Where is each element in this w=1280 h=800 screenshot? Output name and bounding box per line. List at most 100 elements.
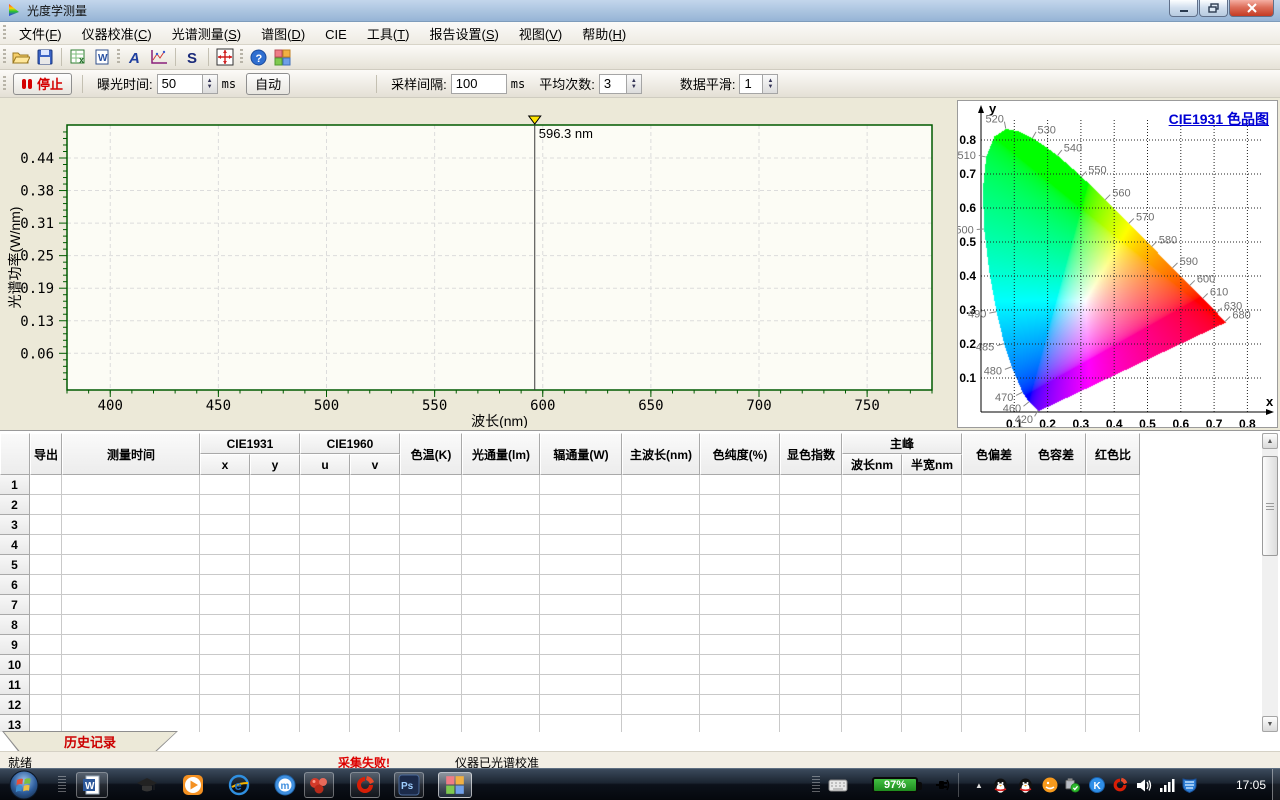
scroll-up-button[interactable]: ▲ [1262,433,1278,449]
taskbar-media-player[interactable] [180,772,206,798]
taskbar-molecule-app[interactable] [304,772,334,798]
menu-item[interactable]: 视图(V) [509,24,572,45]
taskbar-internet-explorer[interactable]: e [226,772,252,798]
export-word-icon[interactable]: W [90,47,114,68]
show-desktop-button[interactable] [1272,769,1280,800]
menu-item[interactable]: 谱图(D) [251,24,315,45]
table-cell [462,575,540,595]
table-cell [250,715,300,732]
taskbar: W e m Ps 97% [0,768,1280,800]
table-row[interactable]: 9 [0,635,1140,655]
tab-history[interactable]: 历史记录 [2,731,178,751]
table-cell [540,695,622,715]
toolbar-grip [3,76,6,92]
export-excel-icon[interactable]: x [66,47,90,68]
taskbar-photometry-app[interactable] [438,772,472,798]
table-cell [200,695,250,715]
exposure-input[interactable] [157,74,203,94]
average-label: 平均次数: [539,74,595,93]
title-bar[interactable]: 光度学测量 [0,0,1280,22]
interval-input[interactable] [451,74,507,94]
vertical-scrollbar[interactable]: ▲ ▼ [1262,433,1278,732]
svg-text:580: 580 [1159,235,1177,247]
menu-item[interactable]: 文件(F) [9,24,72,45]
scrollbar-thumb[interactable] [1262,456,1278,556]
average-stepper[interactable]: ▲▼ [627,74,642,94]
keyboard-tray-icon[interactable] [828,777,848,793]
table-row[interactable]: 7 [0,595,1140,615]
table-cell [540,475,622,495]
average-input[interactable] [599,74,627,94]
menu-item[interactable]: 仪器校准(C) [72,24,162,45]
table-row[interactable]: 13 [0,715,1140,732]
shield-360-icon[interactable] [1181,777,1197,793]
scroll-down-button[interactable]: ▼ [1262,716,1278,732]
table-cell [540,615,622,635]
about-icon[interactable] [270,47,294,68]
taskbar-graduation-cap[interactable] [134,772,160,798]
table-cell [350,535,400,555]
close-button[interactable] [1229,0,1274,17]
taskbar-clock[interactable]: 17:05 [1236,769,1266,800]
spectrum-chart-icon[interactable] [147,47,171,68]
menu-item[interactable]: 工具(T) [357,24,420,45]
toolbar-grip [3,49,6,65]
smooth-stepper[interactable]: ▲▼ [763,74,778,94]
table-cell [300,575,350,595]
table-cell [842,475,902,495]
table-row[interactable]: 12 [0,695,1140,715]
usb-safely-remove-icon[interactable] [1064,777,1080,793]
qvod-tray-icon[interactable] [1112,777,1128,793]
crosshair-zoom-icon[interactable] [213,47,237,68]
table-row[interactable]: 10 [0,655,1140,675]
taskbar-maxthon[interactable]: m [272,772,298,798]
restore-button[interactable] [1199,0,1228,17]
svg-text:W: W [98,53,108,64]
menu-item[interactable]: 报告设置(S) [419,24,508,45]
save-icon[interactable] [33,47,57,68]
menu-item[interactable]: CIE [315,24,357,45]
header-dominant: 主波长(nm) [622,433,700,475]
smooth-input[interactable] [739,74,763,94]
exposure-stepper[interactable]: ▲▼ [203,74,218,94]
table-row[interactable]: 6 [0,575,1140,595]
table-row[interactable]: 8 [0,615,1140,635]
svg-text:光谱功率(W/nm): 光谱功率(W/nm) [7,207,23,309]
menu-item[interactable]: 光谱测量(S) [162,24,251,45]
minimize-button[interactable] [1169,0,1198,17]
open-file-icon[interactable] [9,47,33,68]
table-row[interactable]: 4 [0,535,1140,555]
table-row[interactable]: 11 [0,675,1140,695]
s-mode-icon[interactable]: S [180,47,204,68]
hidden-icons-button[interactable]: ▲ [972,777,986,793]
spectrum-chart[interactable]: 0.440.380.310.250.190.130.06400450500550… [2,100,952,428]
table-cell [622,615,700,635]
taskbar-photoshop[interactable]: Ps [394,772,424,798]
cie1931-link[interactable]: CIE1931 色品图 [1169,109,1269,129]
svg-text:0.3: 0.3 [1073,417,1090,427]
auto-button[interactable]: 自动 [246,73,290,95]
stop-button[interactable]: 停止 [13,73,72,95]
help-icon[interactable]: ? [246,47,270,68]
svg-text:0.6: 0.6 [959,201,976,215]
volume-icon[interactable] [1136,777,1152,793]
taskbar-word[interactable]: W [76,772,108,798]
qq-icon-1[interactable] [992,777,1008,793]
network-signal-icon[interactable] [1158,777,1176,793]
qq-icon-2[interactable] [1017,777,1033,793]
taskbar-qvod-app[interactable] [350,772,380,798]
table-cell [300,675,350,695]
table-cell [350,555,400,575]
font-icon[interactable]: A [123,47,147,68]
table-row[interactable]: 5 [0,555,1140,575]
start-button[interactable] [8,769,40,800]
k-app-icon[interactable]: K [1089,777,1105,793]
table-row[interactable]: 2 [0,495,1140,515]
battery-indicator[interactable]: 97% [872,777,918,793]
table-row[interactable]: 1 [0,475,1140,495]
wangwang-icon[interactable] [1042,777,1058,793]
header-dev: 色偏差 [962,433,1026,475]
table-row[interactable]: 3 [0,515,1140,535]
menu-item[interactable]: 帮助(H) [572,24,636,45]
row-number: 8 [0,615,30,635]
